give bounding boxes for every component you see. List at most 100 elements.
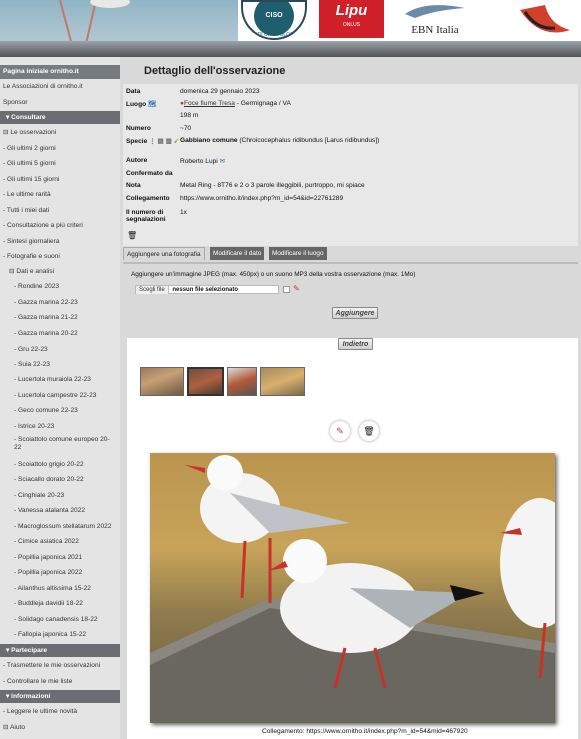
sidebar-analysis-item[interactable]: - Buddleja davidii 18-22 (0, 597, 120, 611)
back-button[interactable]: Indietro (338, 338, 373, 350)
sidebar-item-photos-sounds[interactable]: - Fotografie e suoni (0, 250, 120, 264)
sidebar-item-sponsor[interactable]: Sponsor (0, 96, 120, 110)
date-label: Data (126, 88, 141, 95)
note-label: Nota (126, 182, 141, 189)
photo-thumbnail[interactable] (140, 367, 184, 396)
sidebar-item-multi-criteria[interactable]: - Consultazione a più criteri (0, 219, 120, 233)
count-value: ~70 (180, 125, 192, 132)
sidebar-section-consult[interactable]: ▾ Consultare (0, 111, 120, 124)
email-icon[interactable]: ✉ (220, 158, 226, 165)
sidebar-analysis-item[interactable]: - Geco comune 22-23 (0, 404, 120, 418)
sidebar-section-info[interactable]: ▾ Informazioni (0, 690, 120, 703)
sidebar-analysis-item[interactable]: - Scoiattolo comune europeo 20-22 (0, 436, 120, 452)
sidebar-analysis-item[interactable]: - Ailanthus altissima 15-22 (0, 582, 120, 596)
sidebar-analysis-item[interactable]: - Sciacallo dorato 20-22 (0, 473, 120, 487)
ciso-logo-text: STUDI ORNITOLOGICI (247, 32, 301, 38)
photo-thumbnail[interactable] (260, 367, 305, 396)
sidebar-item-observations-label: Le osservazioni (10, 129, 57, 136)
sidebar-analysis-item[interactable]: - Lucertola muraiola 22-23 (0, 373, 120, 387)
lipu-logo: Lipu ONLUS (319, 0, 384, 38)
sidebar-analysis-item[interactable]: - Fallopia japonica 15-22 (0, 628, 120, 642)
tab-add-photo[interactable]: Aggiungere una fotografia (123, 247, 205, 260)
sidebar-section-participate-label: Partecipare (11, 647, 48, 654)
sidebar-analysis-item[interactable]: - Istrice 20-23 (0, 420, 120, 434)
sidebar-analysis-item[interactable]: - Gru 22-23 (0, 343, 120, 357)
sidebar-analysis-item[interactable]: - Cinghiale 20-23 (0, 489, 120, 503)
place-value: ●Foce fiume Tresa - Germignaga / VA (180, 100, 291, 107)
edit-photo-icon[interactable]: ✎ (330, 421, 350, 441)
sidebar-item-help-label: Aiuto (10, 724, 26, 731)
ebn-logo-text: EBN Italia (411, 24, 459, 36)
header-bar (0, 41, 581, 57)
sidebar-analysis-item[interactable]: - Lucertola campestre 22-23 (0, 389, 120, 403)
sidebar-analysis-item[interactable]: - Cimice asiatica 2022 (0, 535, 120, 549)
sidebar-item-last-5-days[interactable]: - Gli ultimi 5 giorni (0, 157, 120, 171)
observation-photo (150, 453, 555, 723)
sidebar-item-rarities[interactable]: - Le ultime rarità (0, 188, 120, 202)
ciso-badge: CISO (254, 2, 294, 36)
site-header: CISO STUDI ORNITOLOGICI Lipu ONLUS EBN I… (0, 0, 581, 57)
lipu-logo-sub: ONLUS (342, 22, 361, 28)
sidebar-analysis-item[interactable]: - Gazza marina 22-23 (0, 296, 120, 310)
sidebar-analysis-item[interactable]: - Rondine 2023 (0, 280, 120, 294)
sidebar-item-last-2-days[interactable]: - Gli ultimi 2 giorni (0, 142, 120, 156)
checkbox[interactable] (283, 286, 290, 293)
sidebar-analysis-item[interactable]: - Vanessa atalanta 2022 (0, 504, 120, 518)
sidebar-item-daily-synthesis[interactable]: - Sintesi giornaliera (0, 235, 120, 249)
sidebar-item-analysis[interactable]: ⊟ Dati e analisi (0, 265, 120, 279)
place-label-text: Luogo (126, 101, 147, 108)
map-icon[interactable]: 🗺 (148, 101, 156, 108)
sidebar-item-check-lists[interactable]: - Controllare le mie liste (0, 675, 120, 689)
photo-thumbnail[interactable] (227, 367, 257, 396)
species-latin-name: (Chroicocephalus ridibundus [Larus ridib… (237, 137, 380, 144)
photo-caption-link[interactable]: https://www.ornitho.it/index.php?m_id=54… (306, 728, 467, 735)
sidebar-analysis-item[interactable]: - Gazza marina 20-22 (0, 327, 120, 341)
sidebar-item-my-data[interactable]: - Tutti i miei dati (0, 204, 120, 218)
species-label: Specie ⋮ ▤ ▥ ➹ (126, 137, 179, 145)
sidebar-item-last-15-days[interactable]: - Gli ultimi 15 giorni (0, 173, 120, 187)
tab-edit-record[interactable]: Modificare il dato (210, 247, 265, 260)
sidebar-section-participate[interactable]: ▾ Partecipare (0, 644, 120, 657)
choose-file-button[interactable]: Scegli file (136, 286, 169, 294)
page-title: Dettaglio dell'osservazione (144, 65, 286, 77)
sidebar-analysis-item[interactable]: - Macroglossum stellatarum 2022 (0, 520, 120, 534)
place-link[interactable]: Foce fiume Tresa (184, 100, 235, 107)
link-value[interactable]: https://www.ornitho.it/index.php?m_id=54… (180, 195, 343, 202)
author-label: Autore (126, 157, 148, 164)
add-button[interactable]: Aggiungere (332, 307, 378, 319)
bird-icon: ➹ (173, 138, 180, 145)
sidebar-analysis-item[interactable]: - Gazza marina 21-22 (0, 311, 120, 325)
date-value: domenica 29 gennaio 2023 (180, 88, 260, 95)
file-input[interactable]: Scegli file nessun file selezionato (135, 285, 279, 294)
delete-photo-icon[interactable]: 🗑 (359, 421, 379, 441)
ciso-logo: CISO STUDI ORNITOLOGICI (241, 0, 307, 40)
confirmed-label: Confermato da (126, 170, 173, 177)
sidebar-item-submit-observations[interactable]: - Trasmettere le mie osservazioni (0, 659, 120, 673)
sidebar-analysis-item[interactable]: - Suia 22-23 (0, 358, 120, 372)
sidebar-analysis-item[interactable]: - Solidago canadensis 18-22 (0, 613, 120, 627)
sidebar-home-link[interactable]: Pagina iniziale ornitho.it (0, 65, 120, 79)
sidebar-analysis-item[interactable]: - Popillia japonica 2022 (0, 566, 120, 580)
sidebar-section-info-label: Informazioni (11, 693, 51, 700)
photo-thumbnail[interactable] (187, 367, 224, 396)
tab-edit-place[interactable]: Modificare il luogo (269, 247, 327, 260)
altitude-value: 198 m (180, 112, 199, 119)
sidebar-item-observations[interactable]: ⊟ Le osservazioni (0, 126, 120, 140)
sidebar-analysis-item[interactable]: - Scoiattolo grigio 20-22 (0, 458, 120, 472)
sidebar-item-news[interactable]: - Leggere le ultime novità (0, 705, 120, 719)
count-label: Numero (126, 125, 151, 132)
sound-icon[interactable]: ✎ (293, 284, 300, 293)
sidebar-item-associations[interactable]: Le Associazioni di ornitho.it (0, 80, 120, 94)
upload-instructions: Aggiungere un'immagine JPEG (max. 450px)… (131, 271, 416, 278)
place-municipality: - Germignaga / VA (234, 100, 291, 107)
species-info-icons[interactable]: ⋮ ▤ ▥ (149, 138, 172, 145)
sidebar-item-analysis-label: Dati e analisi (16, 268, 55, 275)
collapse-icon: ⊟ (3, 724, 10, 731)
lipu-logo-text: Lipu (335, 2, 368, 19)
photo-caption-label: Collegamento: (262, 728, 305, 735)
place-label: Luogo 🗺 (126, 100, 156, 108)
ebn-logo: EBN Italia (395, 0, 475, 40)
trash-icon[interactable]: 🗑 (127, 231, 137, 240)
sidebar-analysis-item[interactable]: - Popillia japonica 2021 (0, 551, 120, 565)
sidebar-item-help[interactable]: ⊟ Aiuto (0, 721, 120, 735)
